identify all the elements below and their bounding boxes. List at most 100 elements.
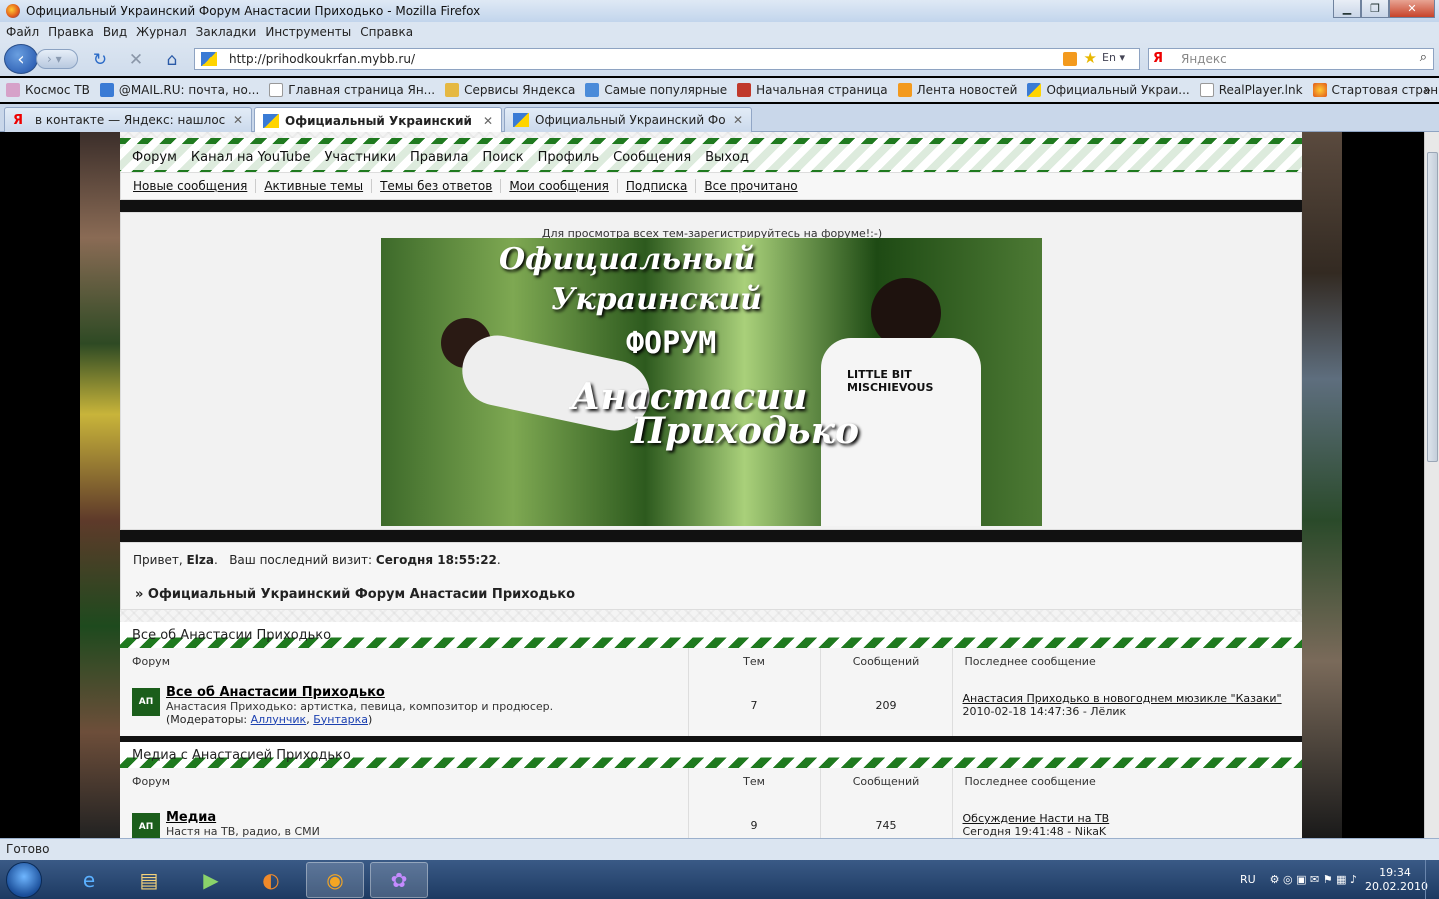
tab-label[interactable]: Официальный Украинский Фору... <box>535 113 725 127</box>
subnav-subscriptions[interactable]: Подписка <box>626 179 697 193</box>
internet-explorer-icon[interactable]: e <box>60 862 118 898</box>
nav-search[interactable]: Поиск <box>482 150 523 165</box>
menu-history[interactable]: Журнал <box>136 25 187 39</box>
nav-rules[interactable]: Правила <box>410 150 468 165</box>
close-tab-icon[interactable]: ✕ <box>733 113 743 127</box>
bookmark-label[interactable]: Космос ТВ <box>25 83 90 97</box>
menu-bookmarks[interactable]: Закладки <box>196 25 257 39</box>
menu-help[interactable]: Справка <box>360 25 413 39</box>
vertical-scrollbar[interactable] <box>1424 132 1439 838</box>
bookmark-item[interactable]: Космос ТВ <box>6 83 90 97</box>
last-post-link[interactable]: Анастасия Приходько в новогоднем мюзикле… <box>963 692 1282 705</box>
bookmark-label[interactable]: Самые популярные <box>604 83 727 97</box>
banner-title-line: Приходько <box>631 410 859 452</box>
nav-profile[interactable]: Профиль <box>538 150 600 165</box>
show-desktop-button[interactable] <box>1425 860 1439 899</box>
media-center-icon[interactable]: ◐ <box>242 862 300 898</box>
maximize-button[interactable]: ❐ <box>1361 0 1389 18</box>
address-url[interactable]: http://prihodkoukrfan.mybb.ru/ <box>229 52 415 66</box>
bookmark-label[interactable]: Начальная страница <box>756 83 888 97</box>
moderator-link[interactable]: Аллунчик <box>251 713 307 726</box>
clock[interactable]: 19:34 20.02.2010 <box>1365 866 1428 894</box>
app-taskbar-icon[interactable]: ✿ <box>370 862 428 898</box>
nav-members[interactable]: Участники <box>324 150 396 165</box>
bookmark-item[interactable]: RealPlayer.lnk <box>1199 83 1303 97</box>
bookmark-item[interactable]: Сервисы Яндекса <box>445 83 575 97</box>
clock-time[interactable]: 19:34 <box>1365 866 1425 880</box>
bookmark-item[interactable]: Лента новостей <box>897 83 1018 97</box>
bookmark-label[interactable]: Главная страница Ян... <box>288 83 435 97</box>
bookmark-label[interactable]: Официальный Украи... <box>1046 83 1189 97</box>
menu-edit[interactable]: Правка <box>48 25 94 39</box>
scrollbar-thumb[interactable] <box>1427 152 1438 462</box>
language-indicator[interactable]: RU <box>1240 873 1256 886</box>
subnav-unanswered[interactable]: Темы без ответов <box>380 179 502 193</box>
banner-title-line: Официальный <box>499 242 756 277</box>
site-favicon <box>513 113 529 127</box>
search-placeholder[interactable]: Яндекс <box>1181 52 1227 66</box>
bookmark-label[interactable]: RealPlayer.lnk <box>1219 83 1303 97</box>
menu-view[interactable]: Вид <box>103 25 127 39</box>
tab-label[interactable]: в контакте — Яндекс: нашлось 50... <box>35 113 225 127</box>
bookmark-label[interactable]: Лента новостей <box>917 83 1018 97</box>
forum-cell: АП Медиа Настя на ТВ, радио, в СМИ <box>120 794 689 838</box>
forum-banner-image: LITTLE BIT MISCHIEVOUS Официальный Украи… <box>381 238 1042 526</box>
menu-file[interactable]: Файл <box>6 25 39 39</box>
minimize-button[interactable]: ▁ <box>1333 0 1361 18</box>
home-icon[interactable]: ⌂ <box>162 50 182 70</box>
table-header-row: Форум Тем Сообщений Последнее сообщение <box>120 648 1302 674</box>
nav-youtube[interactable]: Канал на YouTube <box>191 150 311 165</box>
close-tab-icon[interactable]: ✕ <box>233 113 243 127</box>
last-post-link[interactable]: Обсуждение Насти на ТВ <box>963 812 1110 825</box>
forum-link[interactable]: Все об Анастасии Приходько <box>132 685 688 700</box>
tray-icons[interactable]: ⚙ ◎ ▣ ✉ ⚑ ▦ ♪ <box>1270 873 1357 886</box>
bookmark-item[interactable]: Официальный Украи... <box>1027 83 1190 97</box>
bookmark-label[interactable]: Сервисы Яндекса <box>464 83 575 97</box>
breadcrumb[interactable]: » Официальный Украинский Форум Анастасии… <box>135 587 575 602</box>
firefox-taskbar-icon[interactable]: ◉ <box>306 862 364 898</box>
forum-link[interactable]: Медиа <box>132 810 688 825</box>
bookmark-item[interactable]: @MAIL.RU: почта, но... <box>99 83 259 97</box>
tab-yandex[interactable]: Я в контакте — Яндекс: нашлось 50... ✕ <box>4 107 252 132</box>
clock-date[interactable]: 20.02.2010 <box>1365 880 1428 894</box>
address-bar[interactable]: http://prihodkoukrfan.mybb.ru/ ★ En ▾ <box>194 48 1140 70</box>
subnav-my-posts[interactable]: Мои сообщения <box>509 179 618 193</box>
reload-icon[interactable]: ↻ <box>90 50 110 70</box>
media-player-icon[interactable]: ▶ <box>182 862 240 898</box>
bookmark-star-icon[interactable]: ★ <box>1084 49 1097 67</box>
translate-icon[interactable]: En ▾ <box>1102 51 1125 64</box>
nav-messages[interactable]: Сообщения <box>613 150 691 165</box>
close-button[interactable]: ✕ <box>1389 0 1435 18</box>
search-icon[interactable]: ⌕ <box>1420 50 1427 65</box>
nav-logout[interactable]: Выход <box>705 150 749 165</box>
yandex-icon[interactable]: Я <box>1153 51 1163 66</box>
stop-icon[interactable]: ✕ <box>126 50 146 70</box>
status-text: Готово <box>6 842 50 856</box>
bookmark-item[interactable]: Стартовая страница F... <box>1312 83 1439 97</box>
back-button[interactable]: ‹ <box>4 44 38 74</box>
menu-tools[interactable]: Инструменты <box>265 25 351 39</box>
tab-forum[interactable]: Официальный Украинский Фору... ✕ <box>504 107 752 132</box>
bookmark-item[interactable]: Самые популярные <box>585 83 727 97</box>
bookmark-item[interactable]: Начальная страница <box>737 83 888 97</box>
close-tab-icon[interactable]: ✕ <box>483 114 493 128</box>
tab-forum-active[interactable]: Официальный Украинский Фо... ✕ <box>254 107 502 133</box>
explorer-folder-icon[interactable]: ▤ <box>120 862 178 898</box>
forward-button[interactable]: › ▾ <box>36 49 78 69</box>
subnav-active-topics[interactable]: Активные темы <box>264 179 373 193</box>
bookmark-label[interactable]: @MAIL.RU: почта, но... <box>119 83 259 97</box>
tab-label[interactable]: Официальный Украинский Фо... <box>285 114 475 128</box>
rss-icon[interactable] <box>1063 52 1077 66</box>
search-box[interactable]: Я Яндекс ⌕ <box>1148 48 1434 70</box>
start-button[interactable] <box>6 862 42 898</box>
subnav-new-posts[interactable]: Новые сообщения <box>133 179 257 193</box>
banner-title-line: Украинский <box>551 282 762 317</box>
moderator-link[interactable]: Бунтарка <box>313 713 368 726</box>
subnav-mark-read[interactable]: Все прочитано <box>704 179 805 193</box>
forum-page: Форум Канал на YouTube Участники Правила… <box>120 132 1302 838</box>
bookmarks-overflow-icon[interactable]: » <box>1424 83 1431 97</box>
table-row: АП Все об Анастасии Приходько Анастасия … <box>120 674 1302 736</box>
posts-count: 745 <box>820 794 953 838</box>
nav-forum[interactable]: Форум <box>132 150 177 165</box>
bookmark-item[interactable]: Главная страница Ян... <box>269 83 435 97</box>
